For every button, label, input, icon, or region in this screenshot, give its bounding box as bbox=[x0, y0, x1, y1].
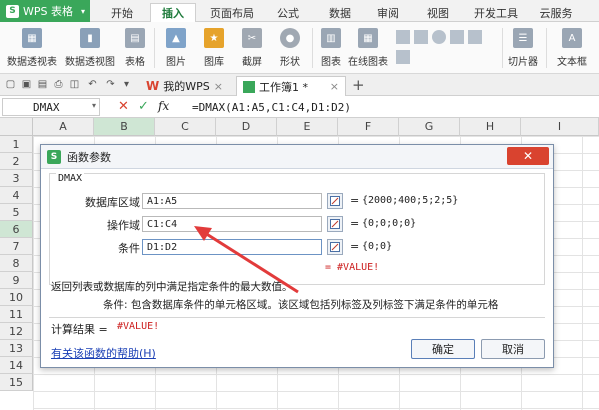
annotation-arrow bbox=[194, 226, 299, 294]
